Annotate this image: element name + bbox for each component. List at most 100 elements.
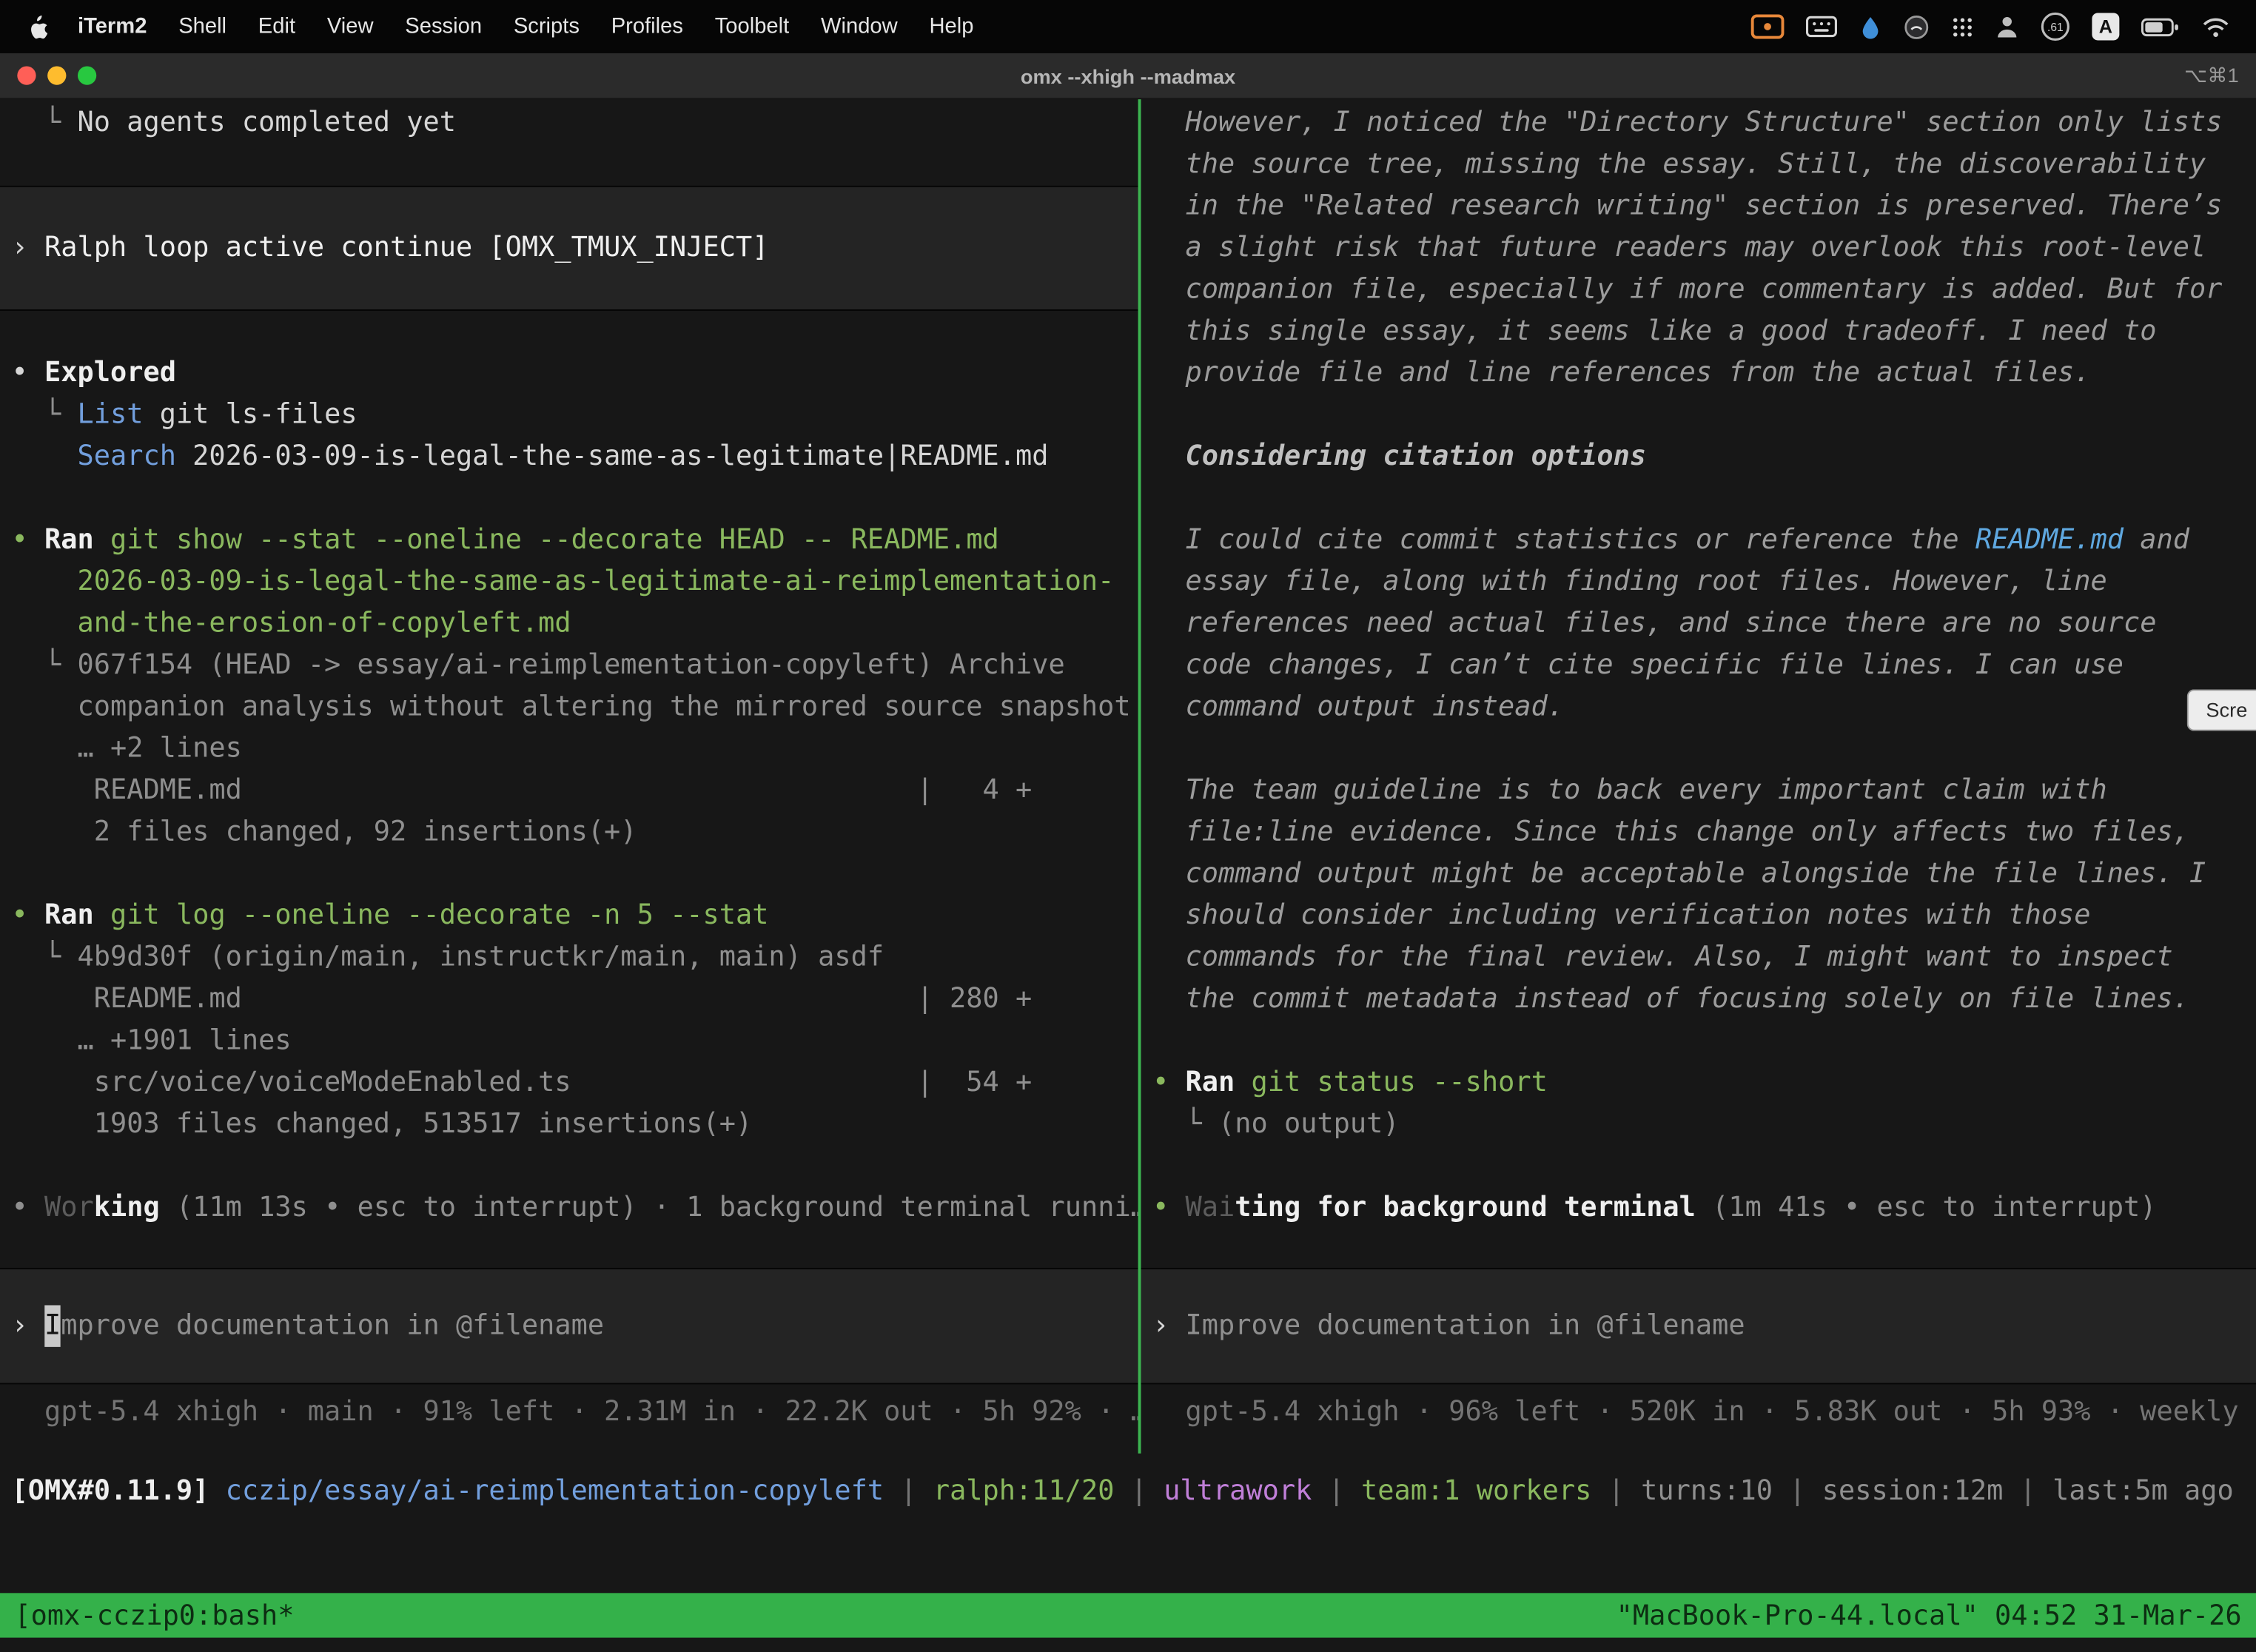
text-span: | <box>2003 1475 2052 1507</box>
terminal-line: └ (no output) <box>1141 1104 2256 1145</box>
window-title: omx --xhigh --madmax <box>0 64 2256 87</box>
menu-item-edit[interactable]: Edit <box>242 14 311 38</box>
text-span: Wai <box>1186 1192 1235 1223</box>
terminal-line: • Ran git log --oneline --decorate -n 5 … <box>0 895 1138 936</box>
text-span: └ <box>12 941 78 973</box>
text-span: git show --stat --oneline --decorate HEA… <box>110 524 999 556</box>
terminal-line: • Explored <box>0 352 1138 394</box>
text-span: • <box>1152 1192 1185 1223</box>
input-ghost-text: mprove documentation in @filename <box>61 1309 604 1341</box>
thinking-heading: Considering citation options <box>1141 436 2256 477</box>
dots-grid-icon[interactable] <box>1951 15 1974 38</box>
menu-item-help[interactable]: Help <box>913 14 990 38</box>
text-span: (1m 41s • esc to interrupt) <box>1696 1192 2157 1223</box>
prompt-input-left[interactable]: › Improve documentation in @filename <box>0 1268 1138 1384</box>
menu-item-iterm2[interactable]: iTerm2 <box>62 14 163 38</box>
keyboard-icon[interactable] <box>1806 16 1838 37</box>
text-span <box>94 524 110 556</box>
text-cursor: I <box>44 1305 61 1346</box>
menu-item-shell[interactable]: Shell <box>163 14 243 38</box>
text-span: I could cite commit statistics or refere… <box>1186 524 1975 556</box>
text-span: … +1901 lines <box>12 1024 292 1056</box>
screen-recording-indicator-icon[interactable] <box>1751 14 1785 38</box>
text-span: 1903 files changed, 513517 insertions(+) <box>12 1108 753 1140</box>
ralph-loop-banner: › Ralph loop active continue [OMX_TMUX_I… <box>0 186 1138 311</box>
text-span: … +2 lines <box>12 733 242 765</box>
menu-status-icons: .61 A <box>1751 12 2239 42</box>
text-span: (no output) <box>1218 1108 1400 1140</box>
text-span: ralph:11/20 <box>933 1475 1115 1507</box>
text-span: git status --short <box>1252 1067 1548 1098</box>
text-span: ting for background terminal <box>1235 1192 1696 1223</box>
text-span: 067f154 (HEAD -> essay/ai-reimplementati… <box>78 649 1065 681</box>
menu-bar: iTerm2ShellEditViewSessionScriptsProfile… <box>0 0 2256 53</box>
text-span: src/voice/voiceModeEnabled.ts | 54 + <box>12 1067 1033 1098</box>
text-span: Ralph loop active continue [OMX_TMUX_INJ… <box>44 232 768 263</box>
tmux-session-window: [omx-cczip0:bash* <box>14 1599 294 1631</box>
terminal-line: 2 files changed, 92 insertions(+) <box>0 812 1138 853</box>
text-span: 2026-03-09-is-legal-the-same-as-legitima… <box>176 440 1049 472</box>
blue-app-icon[interactable] <box>1859 13 1882 39</box>
dark-app-icon[interactable] <box>1904 13 1930 39</box>
left-pane[interactable]: └ No agents completed yet › Ralph loop a… <box>0 99 1138 1454</box>
text-span: cczip/essay/ai-reimplementation-copyleft <box>226 1475 884 1507</box>
text-span: Considering citation options <box>1186 440 1647 472</box>
text-span: Ran <box>44 899 94 931</box>
window-shortcut-badge: ⌥⌘1 <box>2184 64 2239 88</box>
tmux-panes: └ No agents completed yet › Ralph loop a… <box>0 99 2256 1454</box>
text-span: Ran <box>1186 1067 1235 1098</box>
text-span: • <box>12 357 44 389</box>
text-span: └ <box>1152 1108 1218 1140</box>
minimize-button[interactable] <box>47 66 66 84</box>
input-ghost-text: Improve documentation in @filename <box>1186 1309 1745 1341</box>
terminal-line: README.md | 280 + <box>0 978 1138 1020</box>
menu-item-window[interactable]: Window <box>805 14 913 38</box>
text-span: README.md | 4 + <box>12 774 1033 806</box>
tmux-status-bar: [omx-cczip0:bash* "MacBook-Pro-44.local"… <box>0 1593 2256 1637</box>
battery-icon[interactable] <box>2141 16 2180 36</box>
text-span: Explored <box>44 357 176 389</box>
menu-item-toolbelt[interactable]: Toolbelt <box>699 14 805 38</box>
input-source-icon[interactable]: A <box>2092 13 2119 40</box>
person-icon[interactable] <box>1995 14 2018 38</box>
text-span: 2026-03-09-is-legal-the-same-as-legitima… <box>12 565 1115 597</box>
terminal-line: 1903 files changed, 513517 insertions(+) <box>0 1104 1138 1145</box>
right-pane[interactable]: However, I noticed the "Directory Struct… <box>1141 99 2256 1454</box>
ralph-loop-banner: › Ralph loop active continue [OMX_TMUX_I… <box>0 227 1138 269</box>
blank-line <box>1141 478 2256 520</box>
text-span: (11m 13s • esc to interrupt) · 1 backgro… <box>160 1192 1138 1223</box>
omx-status-line: [OMX#0.11.9] cczip/essay/ai-reimplementa… <box>0 1471 2256 1512</box>
menu-item-profiles[interactable]: Profiles <box>595 14 699 38</box>
text-span: README.md | 280 + <box>12 983 1033 1015</box>
zoom-button[interactable] <box>78 66 96 84</box>
session-stats-left: gpt-5.4 xhigh · main · 91% left · 2.31M … <box>0 1384 1138 1453</box>
text-span: • <box>1152 1067 1185 1098</box>
gauge-icon[interactable]: .61 <box>2040 12 2070 42</box>
apple-menu[interactable] <box>17 13 61 39</box>
text-span <box>94 899 110 931</box>
text-span: No agents completed yet <box>78 107 456 138</box>
menu-item-session[interactable]: Session <box>389 14 498 38</box>
menu-items: iTerm2ShellEditViewSessionScriptsProfile… <box>62 14 990 38</box>
terminal-line: and-the-erosion-of-copyleft.md <box>0 603 1138 645</box>
screenshot-toast: Scre <box>2187 689 2256 731</box>
text-span: [OMX#0.11.9] <box>12 1475 226 1507</box>
text-span: last:5m ago <box>2052 1475 2234 1507</box>
text-span: The team guideline is to back every impo… <box>1186 774 2223 1015</box>
menu-item-scripts[interactable]: Scripts <box>497 14 595 38</box>
traffic-lights <box>0 66 96 84</box>
apple-logo-icon <box>26 13 47 39</box>
text-span: Wor <box>44 1192 94 1223</box>
text-span: turns:10 <box>1641 1475 1773 1507</box>
session-stats-right: gpt-5.4 xhigh · 96% left · 520K in · 5.8… <box>1141 1384 2256 1453</box>
text-span: • <box>12 899 44 931</box>
close-button[interactable] <box>17 66 36 84</box>
menu-item-view[interactable]: View <box>311 14 389 38</box>
wifi-icon[interactable] <box>2201 16 2230 37</box>
window-title-bar: omx --xhigh --madmax ⌥⌘1 <box>0 53 2256 99</box>
prompt-input-right[interactable]: › Improve documentation in @filename <box>1141 1268 2256 1384</box>
text-span: However, I noticed the "Directory Struct… <box>1186 107 2239 389</box>
blank-line <box>0 853 1138 895</box>
text-span <box>12 440 78 472</box>
tmux-host-clock: "MacBook-Pro-44.local" 04:52 31-Mar-26 <box>1617 1599 2242 1631</box>
